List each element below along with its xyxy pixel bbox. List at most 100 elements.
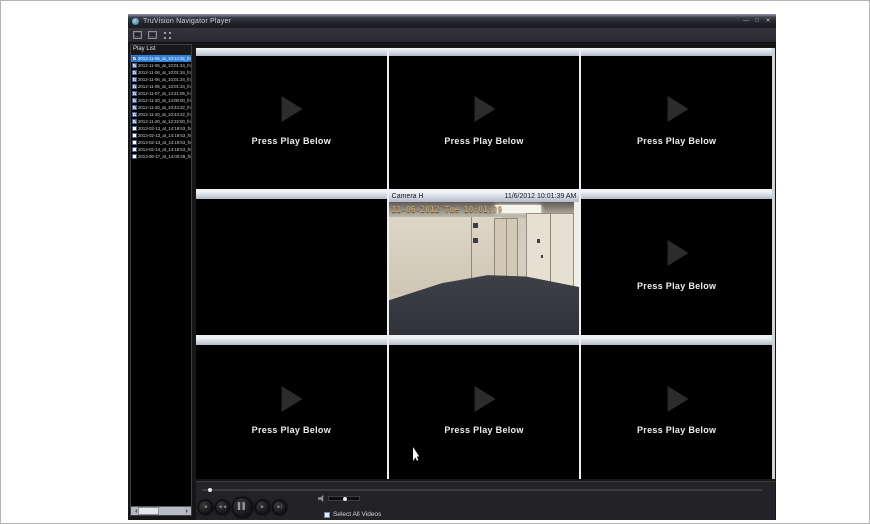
play-watermark-icon xyxy=(667,240,689,267)
playlist-item[interactable]: 2012-11-20_at_10:43:22_from_Cam xyxy=(131,104,191,111)
transport-button-glyph: ◄ xyxy=(203,503,208,509)
close-button[interactable]: ✕ xyxy=(764,17,772,25)
playlist-item[interactable]: 2012-11-20_at_10:43:22_from_Cam xyxy=(131,111,191,118)
scroll-left-icon[interactable] xyxy=(131,507,138,515)
play-watermark-icon xyxy=(474,385,496,412)
playlist-item[interactable]: 2012-11-20_at_14:08:00_from_Cam xyxy=(131,97,191,104)
video-grid: Press Play Below Press Play Below Press … xyxy=(196,48,775,479)
tile-header xyxy=(581,191,772,199)
video-tile-r3c1[interactable]: Press Play Below xyxy=(196,337,387,479)
press-play-label: Press Play Below xyxy=(636,135,717,146)
title-bar: TruVision Navigator Player — □ ✕ xyxy=(128,14,776,28)
camera-timestamp: 11/6/2012 10:01:39 AM xyxy=(504,193,577,200)
playlist-item-label: 2013-06-17_at_14:00:29_from_Cam xyxy=(138,154,191,159)
playlist-item[interactable]: 2013-02-13_at_14:19:53_from_Cam xyxy=(131,125,191,132)
play-watermark-icon xyxy=(281,96,303,123)
playlist-item-label: 2012-11-06_at_10:01:34_from_Cam xyxy=(138,70,191,75)
transport-button[interactable]: ► xyxy=(255,499,270,515)
playlist-item[interactable]: 2012-11-06_at_10:14:32_from_Cam xyxy=(131,55,191,62)
fullscreen-icon[interactable] xyxy=(163,31,172,40)
select-all-checkbox[interactable] xyxy=(324,511,330,518)
playlist-item[interactable]: 2012-11-06_at_10:01:34_from_IPCa xyxy=(131,76,191,83)
transport-button-glyph: ►| xyxy=(276,503,283,509)
camera-name: Camera H xyxy=(391,193,424,200)
hallway-door-center xyxy=(493,217,519,284)
app-icon xyxy=(132,17,139,25)
playlist-item-label: 2012-11-06_at_10:01:34_from_Cam xyxy=(138,63,191,68)
press-play-label: Press Play Below xyxy=(251,135,331,146)
select-all-label: Select All Videos xyxy=(333,511,382,518)
playlist-item-checkbox[interactable] xyxy=(132,63,137,69)
video-tile-r2c3[interactable]: Press Play Below xyxy=(581,191,772,335)
transport-button[interactable]: ◄ xyxy=(198,499,213,515)
transport-button[interactable]: ►| xyxy=(272,499,287,515)
video-tile-r1c2[interactable]: Press Play Below xyxy=(388,48,580,189)
playlist-item[interactable]: 2012-11-06_at_10:01:34_from_Cam xyxy=(131,69,191,76)
seek-slider[interactable] xyxy=(202,488,762,492)
video-tile-r3c3[interactable]: Press Play Below xyxy=(581,337,772,479)
select-all-videos[interactable]: Select All Videos xyxy=(324,511,381,518)
playlist-item-checkbox[interactable] xyxy=(132,91,137,97)
playlist-scrollbar[interactable] xyxy=(131,506,191,515)
playlist-item-label: 2012-11-20_at_12:22:00_from_Cam xyxy=(138,119,191,124)
playlist-item[interactable]: 2013-02-14_at_14:19:53_from_Cam xyxy=(131,146,191,153)
playlist-item-label: 2012-11-06_at_10:01:34_from_IPCa xyxy=(138,77,191,82)
playlist-item-checkbox[interactable] xyxy=(132,98,137,104)
playlist-item[interactable]: 2013-02-13_at_14:19:53_from_IPCa xyxy=(131,139,191,146)
tile-header: Camera H 11/6/2012 10:01:39 AM xyxy=(388,191,580,202)
playlist-item-checkbox[interactable] xyxy=(132,126,137,131)
playlist-item-checkbox[interactable] xyxy=(132,154,137,159)
playlist-item-label: 2012-11-06_at_10:14:32_from_Cam xyxy=(138,56,191,61)
playlist-item-label: 2013-02-13_at_14:19:53_from_IPCa xyxy=(138,140,191,145)
playlist-item-label: 2013-02-13_at_14:19:53_from_Cam xyxy=(138,133,191,138)
volume-control xyxy=(318,495,360,502)
playlist-item[interactable]: 2012-11-07_at_14:21:05_from_Cam xyxy=(131,90,191,97)
playlist-item[interactable]: 2012-11-06_at_10:01:34_from_Cam xyxy=(131,83,191,90)
playlist-item-checkbox[interactable] xyxy=(132,140,137,145)
transport-button[interactable]: ▌▌ xyxy=(232,496,253,518)
playlist-item-checkbox[interactable] xyxy=(132,147,137,152)
video-tile-r1c1[interactable]: Press Play Below xyxy=(196,48,387,189)
playlist-item[interactable]: 2013-06-17_at_14:00:29_from_Cam xyxy=(131,153,191,160)
tile-header xyxy=(581,48,772,56)
playlist-scrollbar-thumb[interactable] xyxy=(138,507,159,515)
playlist-item-checkbox[interactable] xyxy=(132,84,137,90)
play-watermark-icon xyxy=(667,385,689,412)
maximize-button[interactable]: □ xyxy=(753,17,761,25)
video-tile-r2c2-camera-h[interactable]: Camera H 11/6/2012 10:01:39 AM 11-06-201… xyxy=(388,191,580,335)
video-tile-r1c3[interactable]: Press Play Below xyxy=(581,48,772,189)
playlist-item[interactable]: 2012-11-20_at_12:22:00_from_Cam xyxy=(131,118,191,125)
camera-feed: 11-06-2012 Tue 10:01:39 xyxy=(388,202,580,335)
minimize-button[interactable]: — xyxy=(742,17,750,25)
playlist-item-label: 2012-11-07_at_14:21:05_from_Cam xyxy=(138,91,191,96)
playlist-item-label: 2013-02-13_at_14:19:53_from_Cam xyxy=(138,126,191,131)
playlist-item-label: 2013-02-14_at_14:19:53_from_Cam xyxy=(138,147,191,152)
playlist-item-checkbox[interactable] xyxy=(132,77,137,83)
volume-thumb[interactable] xyxy=(342,497,347,501)
playlist-item[interactable]: 2012-11-06_at_10:01:34_from_Cam xyxy=(131,62,191,69)
playlist-item[interactable]: 2013-02-13_at_14:19:53_from_Cam xyxy=(131,132,191,139)
playlist-item-label: 2012-11-20_at_10:43:22_from_Cam xyxy=(138,112,191,117)
playlist-item-checkbox[interactable] xyxy=(132,112,137,118)
seek-thumb[interactable] xyxy=(207,488,212,492)
playlist-scrollbar-track[interactable] xyxy=(138,507,184,515)
video-tile-r2c1-empty[interactable] xyxy=(196,191,387,335)
playlist-item-checkbox[interactable] xyxy=(132,56,137,62)
volume-slider[interactable] xyxy=(328,496,360,501)
window-title: TruVision Navigator Player xyxy=(143,17,232,25)
display-icon[interactable] xyxy=(148,31,157,39)
screenshot-canvas: TruVision Navigator Player — □ ✕ Play Li… xyxy=(0,0,870,524)
scroll-right-icon[interactable] xyxy=(184,507,191,515)
play-watermark-icon xyxy=(474,96,496,123)
transport-button[interactable]: ◄◄ xyxy=(215,499,230,515)
playlist-item-checkbox[interactable] xyxy=(132,105,137,111)
tile-header xyxy=(196,337,387,345)
press-play-label: Press Play Below xyxy=(636,280,717,291)
playlist-item-label: 2012-11-20_at_10:43:22_from_Cam xyxy=(138,105,191,110)
press-play-label: Press Play Below xyxy=(251,425,331,436)
snapshot-icon[interactable] xyxy=(133,31,142,39)
playlist-item-checkbox[interactable] xyxy=(132,70,137,76)
playlist-item-checkbox[interactable] xyxy=(132,133,137,138)
playlist-item-checkbox[interactable] xyxy=(132,119,137,125)
playlist-items: 2012-11-06_at_10:14:32_from_Cam 2012-11-… xyxy=(131,55,191,506)
